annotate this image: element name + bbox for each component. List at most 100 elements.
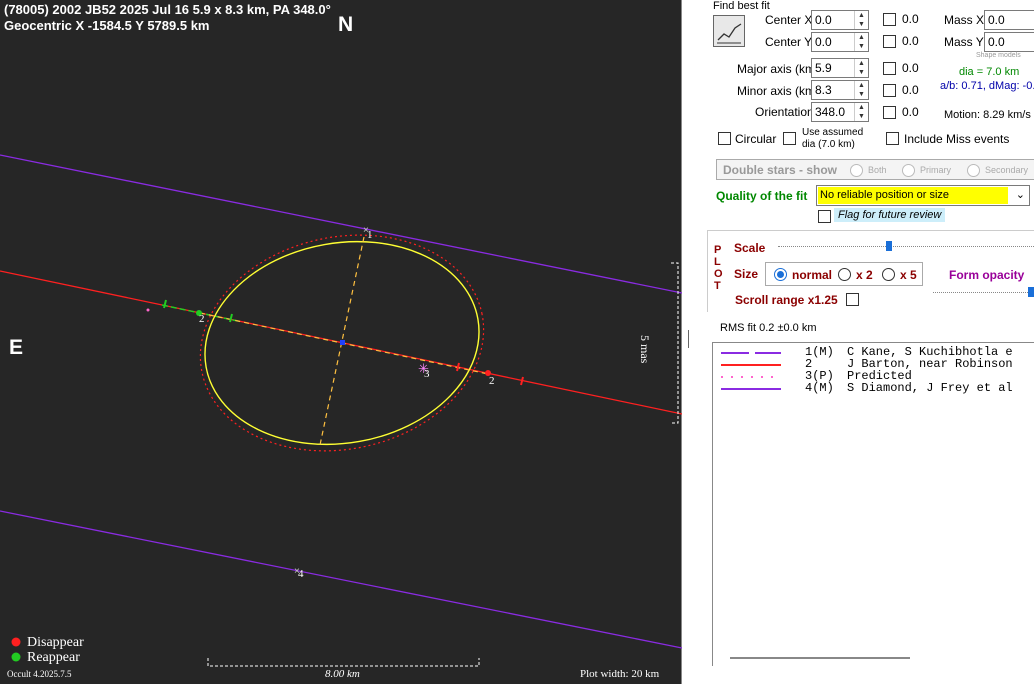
include-miss-label: Include Miss events xyxy=(904,132,1010,146)
rms-text: RMS fit 0.2 ±0.0 km xyxy=(720,322,817,334)
splitter-handle[interactable] xyxy=(688,330,689,348)
spin-arrows[interactable]: ▲ ▼ xyxy=(854,59,868,77)
chord-2-swatch xyxy=(721,364,781,366)
fit-graph-icon xyxy=(717,23,742,44)
double-stars-box: Double stars - show Both Primary Seconda… xyxy=(716,159,1034,180)
km-scale-bar xyxy=(207,658,480,667)
plot-vertical-p: P xyxy=(714,244,722,256)
occultation-plot[interactable]: × × ✳ (78005) 2002 JB52 2025 Jul 16 5.9 … xyxy=(0,0,682,684)
plot-vertical-l: L xyxy=(714,256,721,268)
use-assumed-label: Use assumed dia (7.0 km) xyxy=(802,127,864,150)
major-axis-input[interactable]: 5.9 ▲ ▼ xyxy=(811,58,869,78)
shape-models-button[interactable]: Shape models xyxy=(976,52,1021,59)
flag-review-label: Flag for future review xyxy=(834,208,946,222)
scale-slider-thumb[interactable] xyxy=(886,241,892,251)
chord-label-2a: 2 xyxy=(199,313,205,325)
fix-value: 0.0 xyxy=(902,105,919,119)
scroll-range-checkbox[interactable] xyxy=(846,293,859,306)
plot-subtitle: Geocentric X -1584.5 Y 5789.5 km xyxy=(4,18,210,33)
center-x-input[interactable]: 0.0 ▲ ▼ xyxy=(811,10,869,30)
observer-list[interactable]: 1(M) C Kane, S Kuchibhotla e 2 J Barton,… xyxy=(712,342,1034,666)
mass-x-input[interactable]: 0.0 xyxy=(984,10,1034,30)
circular-checkbox[interactable] xyxy=(718,132,731,145)
both-radio[interactable] xyxy=(850,164,863,177)
quality-label: Quality of the fit xyxy=(716,189,808,203)
opacity-slider[interactable] xyxy=(933,287,1034,297)
reappear-legend-dot xyxy=(11,652,21,662)
mass-x-label: Mass X xyxy=(944,13,985,27)
orientation-label: Orientation xyxy=(755,105,814,119)
fix-center-y-checkbox[interactable] xyxy=(883,35,896,48)
form-opacity-label: Form opacity xyxy=(949,268,1025,282)
mas-bracket xyxy=(671,262,679,424)
control-panel: Find best fit Center X 0.0 ▲ ▼ Center Y 0.… xyxy=(683,0,1034,684)
size-normal-radio[interactable] xyxy=(774,268,787,281)
find-best-fit-label: Find best fit xyxy=(713,0,770,12)
double-stars-label: Double stars - show xyxy=(723,163,838,177)
fix-minor-checkbox[interactable] xyxy=(883,84,896,97)
plot-vertical-o: O xyxy=(714,268,723,280)
orientation-input[interactable]: 348.0 ▲ ▼ xyxy=(811,102,869,122)
observer-num: 4(M) xyxy=(805,381,834,395)
size-label: Size xyxy=(734,267,759,281)
ab-text: a/b: 0.71, dMag: -0. xyxy=(940,80,1034,92)
chord-1-line xyxy=(0,154,682,294)
quality-value: No reliable position or size xyxy=(818,187,1008,204)
chevron-down-icon[interactable]: ⌄ xyxy=(1016,188,1025,201)
primary-radio[interactable] xyxy=(902,164,915,177)
center-y-input[interactable]: 0.0 ▲ ▼ xyxy=(811,32,869,52)
mass-y-label: Mass Y xyxy=(944,35,984,49)
scroll-range-label: Scroll range x1.25 xyxy=(735,293,838,307)
horizontal-scrollbar[interactable] xyxy=(730,657,910,659)
spin-arrows[interactable]: ▲ ▼ xyxy=(854,81,868,99)
center-y-label: Center Y xyxy=(765,35,813,49)
size-x2-label: x 2 xyxy=(856,268,873,282)
disappear-legend-dot xyxy=(11,637,21,647)
flag-review-checkbox[interactable] xyxy=(818,210,831,223)
north-label: N xyxy=(338,13,354,36)
find-best-fit-button[interactable] xyxy=(713,15,745,47)
dia-text: dia = 7.0 km xyxy=(959,66,1020,78)
size-x5-label: x 5 xyxy=(900,268,917,282)
tick-mark xyxy=(456,362,460,372)
circular-label: Circular xyxy=(735,132,777,146)
observer-name: S Diamond, J Frey et al xyxy=(847,381,1013,395)
size-x2-radio[interactable] xyxy=(838,268,851,281)
mas-label: 5 mas xyxy=(638,335,652,364)
spin-arrows[interactable]: ▲ ▼ xyxy=(854,11,868,29)
use-assumed-checkbox[interactable] xyxy=(783,132,796,145)
tick-mark xyxy=(229,313,233,323)
version-label: Occult 4.2025.7.5 xyxy=(7,669,72,679)
plot-vertical-t: T xyxy=(714,280,721,292)
minor-axis-input[interactable]: 8.3 ▲ ▼ xyxy=(811,80,869,100)
chord-label-4: 4 xyxy=(298,568,304,580)
fix-center-x-checkbox[interactable] xyxy=(883,13,896,26)
spin-arrows[interactable]: ▲ ▼ xyxy=(854,103,868,121)
predicted-dot xyxy=(146,308,150,312)
scale-label: Scale xyxy=(734,241,766,255)
fix-value: 0.0 xyxy=(902,12,919,26)
include-miss-checkbox[interactable] xyxy=(886,132,899,145)
tick-mark xyxy=(520,376,524,386)
chord-label-2b: 2 xyxy=(489,375,495,387)
secondary-radio[interactable] xyxy=(967,164,980,177)
both-label: Both xyxy=(868,165,887,175)
secondary-label: Secondary xyxy=(985,165,1029,175)
quality-dropdown[interactable]: No reliable position or size ⌄ xyxy=(816,185,1030,206)
fix-orientation-checkbox[interactable] xyxy=(883,106,896,119)
primary-label: Primary xyxy=(920,165,951,175)
chord-1-swatch xyxy=(721,352,781,354)
opacity-slider-thumb[interactable] xyxy=(1028,287,1034,297)
scale-slider[interactable] xyxy=(778,241,1034,251)
size-x5-radio[interactable] xyxy=(882,268,895,281)
legend-reappear: Reappear xyxy=(27,650,80,665)
plot-canvas: × × ✳ xyxy=(0,154,682,667)
spin-arrows[interactable]: ▲ ▼ xyxy=(854,33,868,51)
fix-value: 0.0 xyxy=(902,83,919,97)
plot-width-label: Plot width: 20 km xyxy=(580,668,660,680)
size-normal-label: normal xyxy=(792,268,833,282)
fix-major-checkbox[interactable] xyxy=(883,62,896,75)
mass-y-input[interactable]: 0.0 xyxy=(984,32,1034,52)
legend-disappear: Disappear xyxy=(27,635,84,650)
chord-label-3: 3 xyxy=(424,368,430,380)
